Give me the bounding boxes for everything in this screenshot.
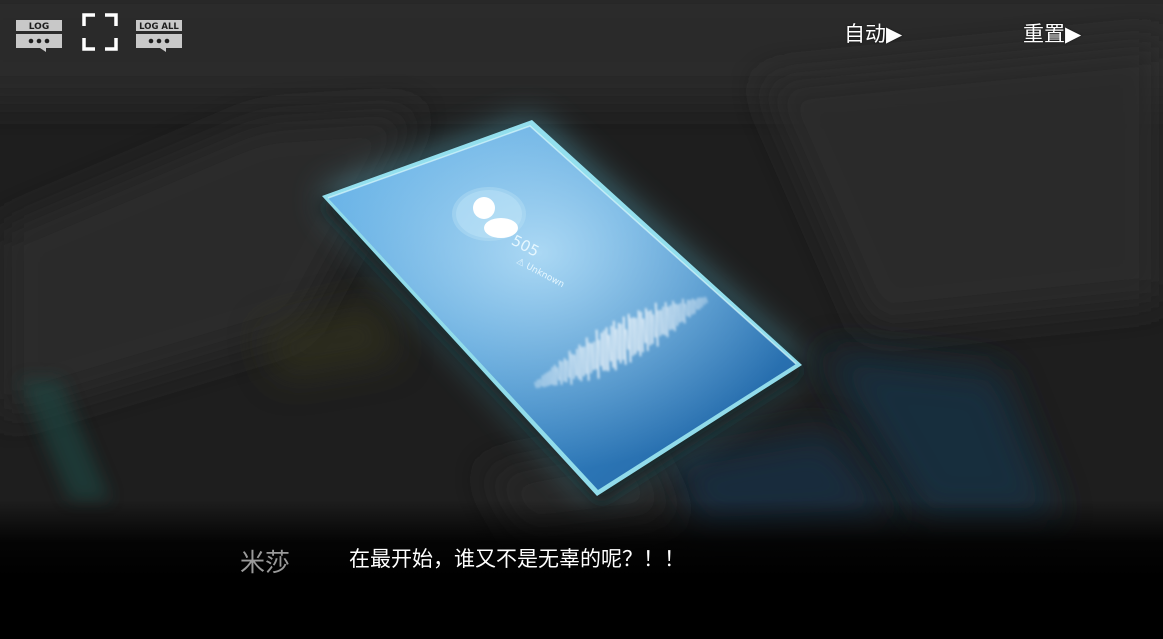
user-avatar-icon [452, 187, 526, 241]
top-right-toolbar: 自动▶ 重置▶ [0, 18, 1163, 48]
speaker-name: 米莎 [240, 548, 291, 577]
reset-button[interactable]: 重置▶ [1023, 18, 1081, 48]
game-stage: 505 ⚠ Unknown LOG LOG ALL 自动▶ 重置▶ 米莎 在最开… [0, 0, 1163, 639]
auto-button[interactable]: 自动▶ [844, 18, 902, 48]
dialogue-text: 在最开始，谁又不是无辜的呢？！！ [349, 547, 685, 571]
